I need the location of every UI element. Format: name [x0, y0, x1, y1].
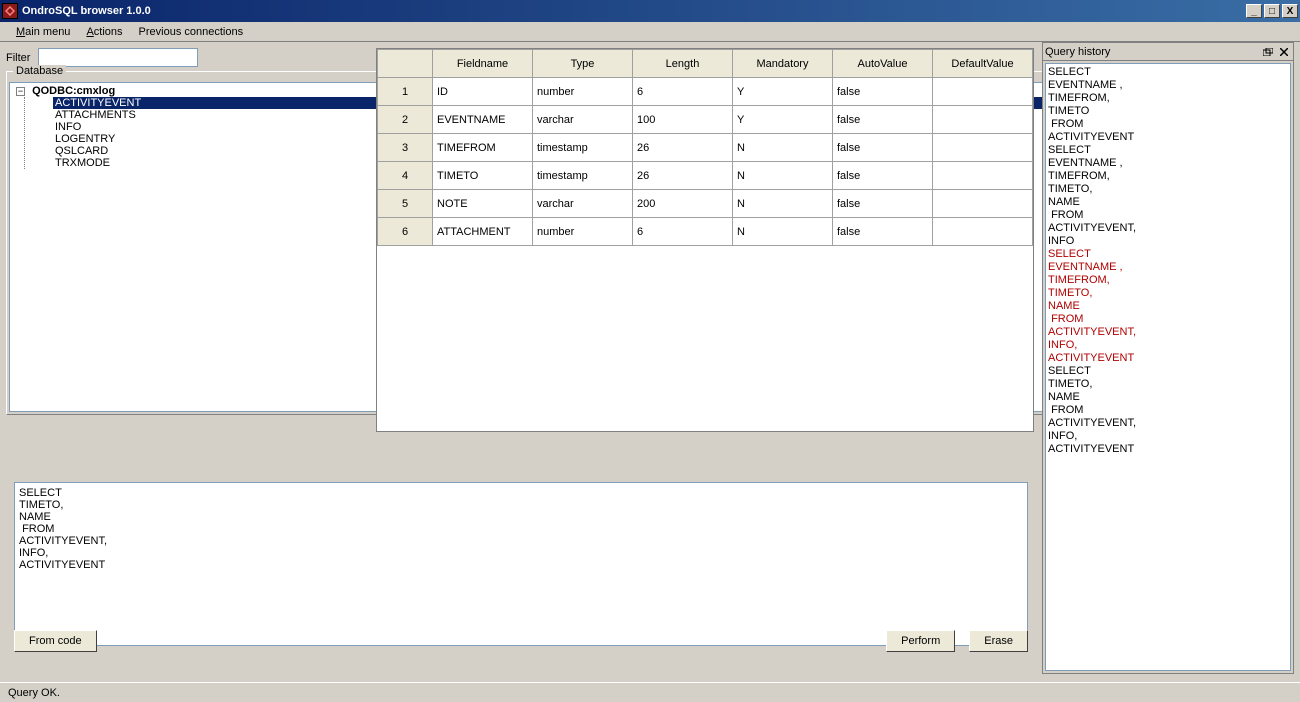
close-button[interactable]: X	[1282, 4, 1298, 18]
cell-autovalue: false	[833, 218, 933, 246]
cell-mandatory: N	[733, 134, 833, 162]
cell-type: varchar	[533, 106, 633, 134]
cell-fieldname: TIMETO	[433, 162, 533, 190]
table-row[interactable]: 3TIMEFROMtimestamp26Nfalse	[378, 134, 1033, 162]
cell-mandatory: N	[733, 162, 833, 190]
cell-type: number	[533, 78, 633, 106]
cell-type: number	[533, 218, 633, 246]
cell-defaultvalue	[933, 218, 1033, 246]
close-panel-icon[interactable]	[1277, 46, 1291, 58]
window-controls: _ □ X	[1244, 4, 1300, 18]
cell-fieldname: NOTE	[433, 190, 533, 218]
cell-type: varchar	[533, 190, 633, 218]
history-entry[interactable]: SELECT EVENTNAME , TIMEFROM, TIMETO FROM…	[1048, 66, 1288, 144]
history-entry[interactable]: SELECT TIMETO, NAME FROM ACTIVITYEVENT, …	[1048, 365, 1288, 456]
col-mandatory[interactable]: Mandatory	[733, 50, 833, 78]
cell-autovalue: false	[833, 190, 933, 218]
fields-table: Fieldname Type Length Mandatory AutoValu…	[377, 49, 1033, 246]
restore-icon[interactable]	[1261, 46, 1275, 58]
cell-length: 200	[633, 190, 733, 218]
tree-root-label: QODBC:cmxlog	[32, 85, 115, 97]
table-row[interactable]: 5NOTEvarchar200Nfalse	[378, 190, 1033, 218]
buttons-row: From code Perform Erase	[14, 630, 1028, 652]
rownum-cell: 3	[378, 134, 433, 162]
cell-defaultvalue	[933, 106, 1033, 134]
menubar: Main menu Actions Previous connections	[0, 22, 1300, 42]
history-list[interactable]: SELECT EVENTNAME , TIMEFROM, TIMETO FROM…	[1045, 63, 1291, 671]
cell-defaultvalue	[933, 162, 1033, 190]
rownum-cell: 2	[378, 106, 433, 134]
cell-autovalue: false	[833, 78, 933, 106]
table-row[interactable]: 4TIMETOtimestamp26Nfalse	[378, 162, 1033, 190]
menu-main[interactable]: Main menu	[8, 24, 78, 40]
rownum-header	[378, 50, 433, 78]
menu-previous-connections[interactable]: Previous connections	[131, 24, 252, 40]
cell-mandatory: Y	[733, 78, 833, 106]
cell-fieldname: ID	[433, 78, 533, 106]
table-row[interactable]: 6ATTACHMENTnumber6Nfalse	[378, 218, 1033, 246]
from-code-button[interactable]: From code	[14, 630, 97, 652]
titlebar: OndroSQL browser 1.0.0 _ □ X	[0, 0, 1300, 22]
maximize-button[interactable]: □	[1264, 4, 1280, 18]
table-row[interactable]: 1IDnumber6Yfalse	[378, 78, 1033, 106]
col-type[interactable]: Type	[533, 50, 633, 78]
menu-actions[interactable]: Actions	[78, 24, 130, 40]
rownum-cell: 1	[378, 78, 433, 106]
erase-button[interactable]: Erase	[969, 630, 1028, 652]
query-history-panel: Query history SELECT EVENTNAME , TIMEFRO…	[1042, 42, 1294, 674]
cell-defaultvalue	[933, 134, 1033, 162]
col-defaultvalue[interactable]: DefaultValue	[933, 50, 1033, 78]
cell-type: timestamp	[533, 134, 633, 162]
rownum-cell: 4	[378, 162, 433, 190]
cell-defaultvalue	[933, 190, 1033, 218]
cell-mandatory: N	[733, 190, 833, 218]
cell-mandatory: Y	[733, 106, 833, 134]
col-autovalue[interactable]: AutoValue	[833, 50, 933, 78]
history-entry[interactable]: SELECT EVENTNAME , TIMEFROM, TIMETO, NAM…	[1048, 144, 1288, 248]
cell-type: timestamp	[533, 162, 633, 190]
app-icon	[2, 3, 18, 19]
cell-autovalue: false	[833, 106, 933, 134]
rownum-cell: 5	[378, 190, 433, 218]
history-header: Query history	[1043, 43, 1293, 61]
cell-fieldname: TIMEFROM	[433, 134, 533, 162]
col-fieldname[interactable]: Fieldname	[433, 50, 533, 78]
query-editor[interactable]	[14, 482, 1028, 646]
cell-autovalue: false	[833, 134, 933, 162]
cell-length: 100	[633, 106, 733, 134]
cell-length: 26	[633, 134, 733, 162]
col-length[interactable]: Length	[633, 50, 733, 78]
perform-button[interactable]: Perform	[886, 630, 955, 652]
cell-fieldname: ATTACHMENT	[433, 218, 533, 246]
minimize-button[interactable]: _	[1246, 4, 1262, 18]
cell-length: 6	[633, 218, 733, 246]
status-text: Query OK.	[8, 687, 60, 699]
table-row[interactable]: 2EVENTNAMEvarchar100Yfalse	[378, 106, 1033, 134]
fields-table-container: Fieldname Type Length Mandatory AutoValu…	[376, 48, 1034, 432]
statusbar: Query OK.	[0, 682, 1300, 702]
cell-fieldname: EVENTNAME	[433, 106, 533, 134]
cell-length: 6	[633, 78, 733, 106]
cell-autovalue: false	[833, 162, 933, 190]
cell-mandatory: N	[733, 218, 833, 246]
history-entry[interactable]: SELECT EVENTNAME , TIMEFROM, TIMETO, NAM…	[1048, 248, 1288, 365]
cell-length: 26	[633, 162, 733, 190]
filter-label: Filter	[6, 52, 30, 64]
history-title: Query history	[1045, 46, 1110, 58]
window-title: OndroSQL browser 1.0.0	[22, 5, 151, 17]
cell-defaultvalue	[933, 78, 1033, 106]
rownum-cell: 6	[378, 218, 433, 246]
tree-toggle-icon[interactable]: −	[16, 87, 25, 96]
